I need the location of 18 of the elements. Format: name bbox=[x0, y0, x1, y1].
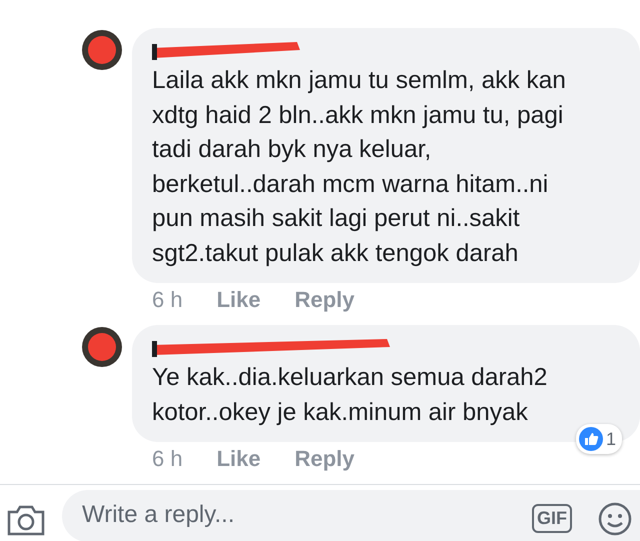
reply-link[interactable]: Reply bbox=[294, 446, 355, 472]
reply-bar[interactable]: Write a reply... GIF bbox=[62, 490, 640, 541]
thumbs-up-icon bbox=[578, 427, 603, 451]
gif-button[interactable]: GIF bbox=[532, 504, 572, 533]
reply-field[interactable]: Write a reply... bbox=[82, 500, 532, 530]
avatar[interactable] bbox=[82, 327, 122, 367]
reaction-count: 1 bbox=[606, 428, 616, 450]
like-link[interactable]: Like bbox=[216, 287, 261, 313]
comment-time: 6 h bbox=[152, 446, 183, 472]
like-link[interactable]: Like bbox=[216, 446, 261, 472]
emoji-icon[interactable] bbox=[598, 502, 632, 536]
avatar[interactable] bbox=[82, 30, 122, 70]
reaction-badge[interactable]: 1 bbox=[576, 424, 622, 454]
camera-icon[interactable] bbox=[6, 504, 46, 536]
comment-text: Laila akk mkn jamu tu semlm, akk kan xdtg haid 2 bln..akk mkn jamu tu, pagi tadi darah byk nya keluar, berketul..darah mcm warna hitam..ni pun masih sakit lagi perut ni..sakit sgt2.takut pulak akk tengok darah bbox=[152, 66, 567, 268]
comment-time: 6 h bbox=[152, 287, 183, 313]
reply-link[interactable]: Reply bbox=[294, 287, 355, 313]
comment-text: Ye kak..dia.keluarkan semua darah2 kotor..okey je kak.minum air bnyak bbox=[152, 363, 548, 428]
